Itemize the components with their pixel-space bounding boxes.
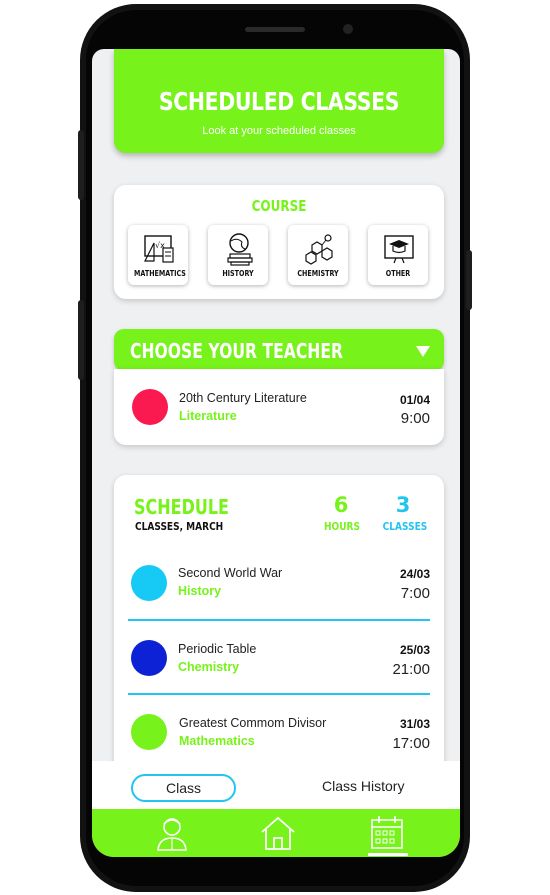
class-name: Second World War (178, 566, 283, 580)
course-label: OTHER (385, 269, 411, 278)
schedule-subtitle: CLASSES, MARCH (135, 520, 224, 533)
molecule-icon (305, 234, 333, 265)
course-label: HISTORY (222, 269, 254, 278)
class-subject: History (178, 584, 222, 598)
class-time: 7:00 (400, 585, 430, 602)
subject-color-dot (132, 389, 168, 425)
tab-class-history[interactable]: Class History (322, 778, 404, 794)
class-name: Greatest Commom Divisor (179, 716, 327, 730)
subject-color-dot (131, 565, 167, 601)
divider (128, 619, 430, 621)
course-title: COURSE (251, 197, 307, 215)
subject-color-dot (131, 640, 167, 676)
class-subject: Mathematics (179, 734, 255, 748)
class-time: 21:00 (392, 661, 430, 678)
classes-value: 3 (395, 493, 411, 517)
teacher-title: CHOOSE YOUR TEACHER (130, 339, 344, 363)
power-button (466, 250, 472, 310)
chevron-down-icon[interactable] (416, 346, 430, 357)
active-nav-indicator (368, 853, 408, 856)
earpiece-speaker (245, 27, 305, 32)
class-subject: Literature (179, 409, 237, 423)
hours-value: 6 (333, 493, 349, 517)
page-subtitle: Look at your scheduled classes (202, 125, 356, 137)
course-tile-chemistry[interactable]: CHEMISTRY (288, 225, 348, 285)
course-tile-mathematics[interactable]: √x MATHEMATICS (128, 225, 188, 285)
class-date: 01/04 (399, 393, 430, 407)
tab-class[interactable]: Class (131, 774, 236, 802)
globe-books-icon (227, 233, 253, 266)
class-name: 20th Century Literature (179, 391, 307, 405)
course-tile-history[interactable]: HISTORY (208, 225, 268, 285)
graduation-cap-icon (384, 235, 414, 264)
class-date: 25/03 (399, 643, 430, 657)
class-date: 31/03 (399, 717, 430, 731)
app-screen: SCHEDULED CLASSES Look at your scheduled… (92, 49, 460, 857)
class-date: 24/03 (399, 567, 430, 581)
bixby-button (78, 300, 84, 380)
choose-teacher-dropdown[interactable]: CHOOSE YOUR TEACHER (114, 329, 444, 371)
course-card: COURSE √x MATHEMATICS HISTORY CHEMISTRY … (114, 185, 444, 299)
classes-label: CLASSES (382, 520, 428, 533)
front-camera (343, 24, 353, 34)
home-icon[interactable] (259, 814, 297, 852)
schedule-card: SCHEDULE CLASSES, MARCH 6 HOURS 3 CLASSE… (114, 475, 444, 775)
page-header: SCHEDULED CLASSES Look at your scheduled… (114, 49, 444, 153)
subject-color-dot (131, 714, 167, 750)
divider (128, 693, 430, 695)
class-time: 17:00 (392, 735, 430, 752)
course-label: MATHEMATICS (134, 269, 186, 278)
hours-label: HOURS (323, 520, 360, 533)
calendar-icon[interactable] (369, 814, 405, 852)
class-subject: Chemistry (178, 660, 240, 674)
mathematics-icon: √x (144, 235, 174, 263)
teacher-class-card[interactable]: 20th Century Literature Literature 01/04… (114, 369, 444, 445)
bottom-nav (92, 809, 460, 857)
schedule-title: SCHEDULE (134, 495, 229, 519)
volume-button (78, 130, 84, 200)
profile-icon[interactable] (154, 814, 190, 852)
class-time: 9:00 (400, 410, 430, 427)
course-tile-other[interactable]: OTHER (368, 225, 428, 285)
page-title: SCHEDULED CLASSES (158, 87, 400, 116)
class-name: Periodic Table (178, 642, 257, 656)
course-label: CHEMISTRY (297, 269, 339, 278)
